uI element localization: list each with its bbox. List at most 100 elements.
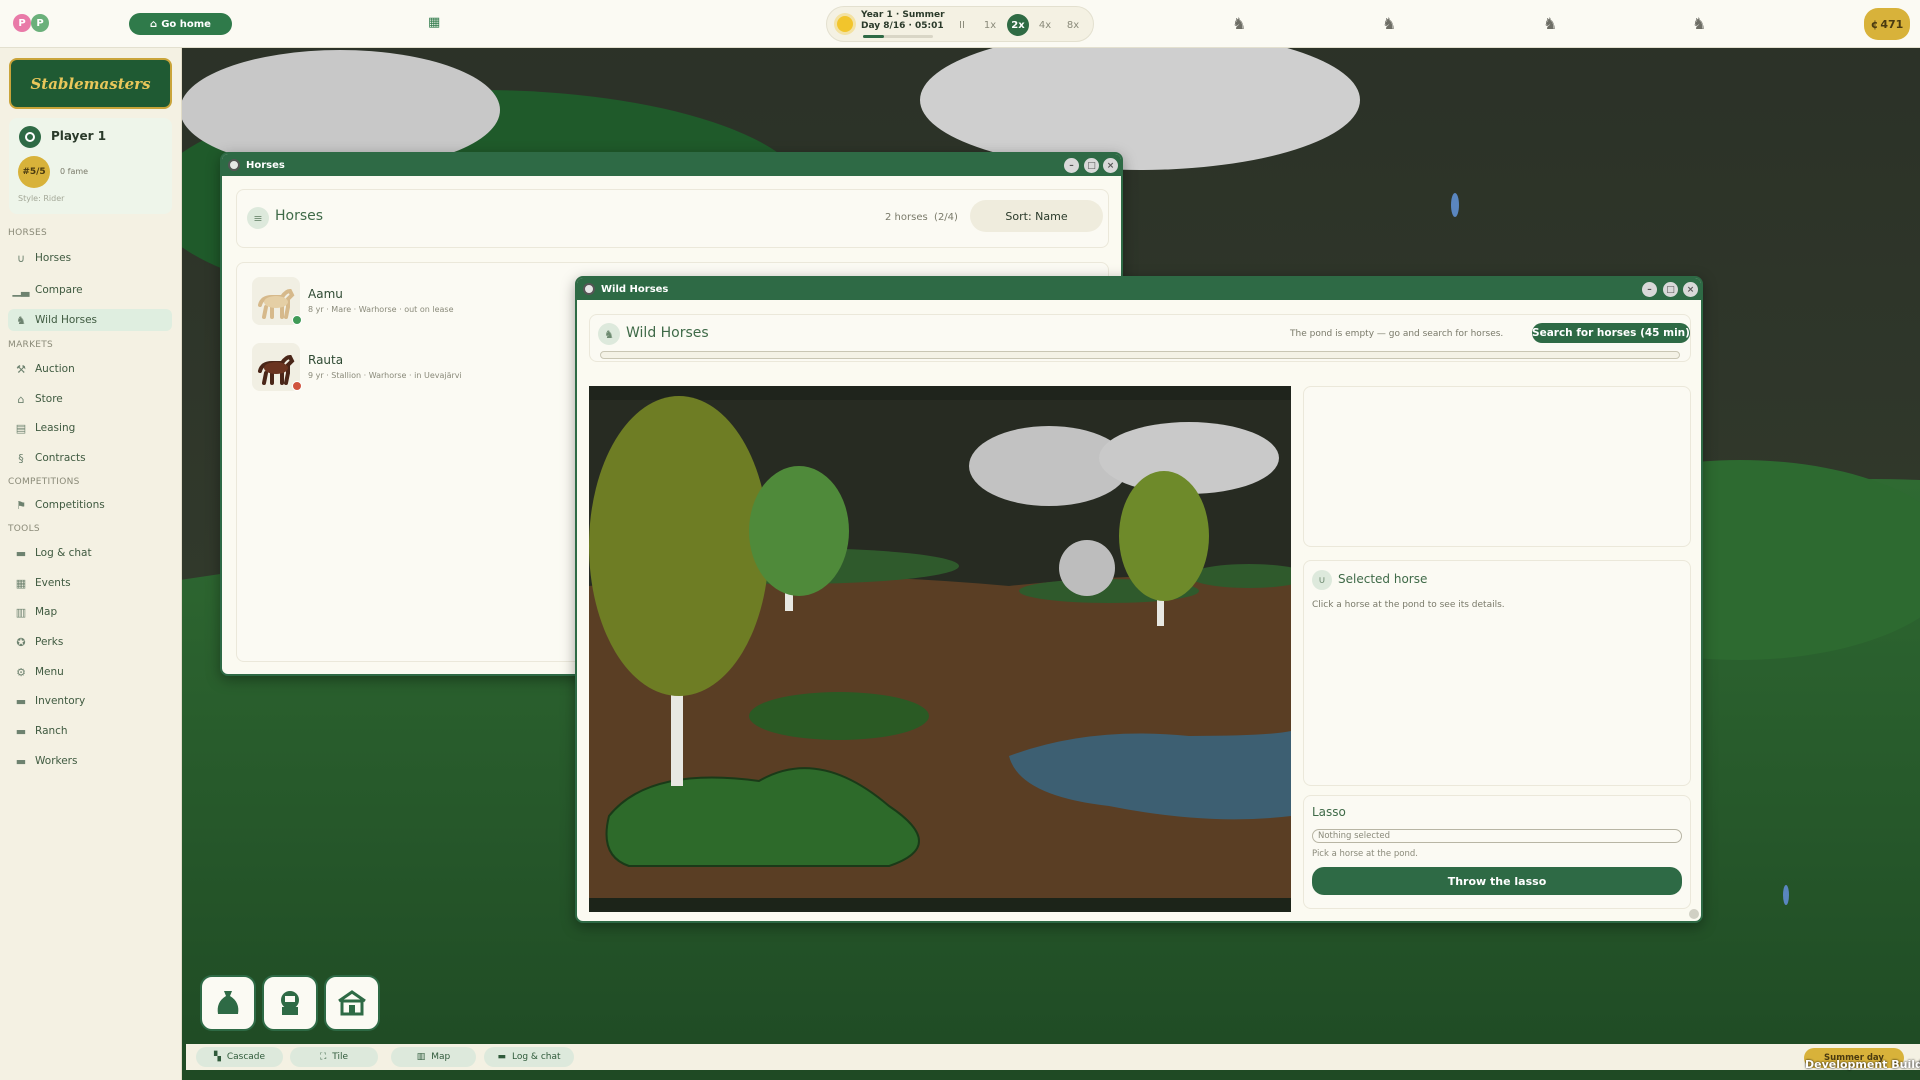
horseshoe-icon: ∪ — [16, 251, 26, 265]
perks-icon: ✪ — [16, 635, 26, 649]
horse-count: 2 horses (2/4) — [885, 212, 958, 223]
speed-pause-button[interactable]: II — [951, 14, 973, 36]
cascade-icon: ▚ — [213, 1052, 221, 1062]
sidebar-item-events[interactable]: ▦ Events — [8, 572, 172, 594]
search-horses-button[interactable]: Search for horses (45 min) — [1532, 323, 1690, 343]
development-build-label: Development Build — [1805, 1058, 1920, 1071]
ranch-icon: ▬ — [15, 724, 27, 738]
barn-icon — [338, 990, 366, 1016]
maximize-button[interactable]: □ — [1663, 282, 1678, 297]
gavel-icon: ⚒ — [16, 362, 26, 376]
sidebar-item-workers[interactable]: ▬ Workers — [8, 750, 172, 772]
rider-button[interactable] — [262, 975, 318, 1031]
map-button[interactable]: ▥ Map — [391, 1047, 476, 1067]
sidebar-item-horses[interactable]: ∪ Horses — [8, 247, 172, 269]
workers-icon: ▬ — [15, 754, 27, 768]
sidebar-item-store[interactable]: ⌂ Store — [8, 388, 172, 410]
date-line-2: Day 8/16 · 05:01 — [861, 21, 944, 31]
horses-window-titlebar[interactable]: Horses – □ × — [222, 154, 1121, 176]
coin-balance[interactable]: ¢ 471 — [1864, 8, 1910, 40]
horseshoe-icon: ∪ — [1312, 570, 1332, 590]
horse-slot-icon-2[interactable]: ♞ — [1382, 14, 1396, 33]
sidebar-item-log-chat[interactable]: ▬ Log & chat — [8, 542, 172, 564]
player-card[interactable]: Player 1 #5/5 0 fame Style: Rider — [9, 118, 172, 214]
sidebar-item-map[interactable]: ▥ Map — [8, 601, 172, 623]
list-icon: ≡ — [247, 207, 269, 229]
flag-icon: ⚑ — [16, 498, 26, 512]
chat-icon: ▬ — [497, 1052, 506, 1062]
sidebar: Stablemasters Player 1 #5/5 0 fame Style… — [0, 48, 182, 1080]
player-avatar-1[interactable]: P — [13, 14, 31, 32]
speed-1x-button[interactable]: 1x — [979, 14, 1001, 36]
gear-icon: ⚙ — [16, 665, 26, 679]
selected-horse-hint: Click a horse at the pond to see its det… — [1312, 600, 1505, 610]
selected-horse-title: Selected horse — [1338, 572, 1428, 586]
contract-icon: § — [18, 451, 24, 465]
selected-horse-panel: ∪ Selected horse Click a horse at the po… — [1303, 560, 1691, 786]
home-icon: ⌂ — [150, 18, 158, 30]
pond-empty-message: The pond is empty — go and search for ho… — [1290, 329, 1504, 339]
sidebar-item-auction[interactable]: ⚒ Auction — [8, 358, 172, 380]
bag-button[interactable] — [200, 975, 256, 1031]
sidebar-item-leasing[interactable]: ▤ Leasing — [8, 417, 172, 439]
sidebar-item-contracts[interactable]: § Contracts — [8, 447, 172, 469]
bottom-bar: ▚ Cascade ⛶ Tile ▥ Map ▬ Log & chat — [186, 1044, 1920, 1070]
sort-button[interactable]: Sort: Name — [970, 200, 1103, 232]
horse-list-item-aamu[interactable]: Aamu 8 yr · Mare · Warhorse · out on lea… — [252, 277, 572, 331]
tile-icon: ⛶ — [319, 1052, 327, 1062]
wild-header-title: Wild Horses — [626, 325, 709, 341]
map-icon: ▥ — [416, 1052, 426, 1062]
chart-icon: ▁▃ — [12, 283, 30, 297]
pond-scene[interactable] — [589, 386, 1291, 912]
horse-slot-icon-3[interactable]: ♞ — [1543, 14, 1557, 33]
close-button[interactable]: × — [1683, 282, 1698, 297]
go-home-button[interactable]: ⌂ Go home — [129, 13, 232, 35]
horse-slot-icon-4[interactable]: ♞ — [1692, 14, 1706, 33]
horse-list-item-rauta[interactable]: Rauta 9 yr · Stallion · Warhorse · in Ue… — [252, 343, 572, 397]
wild-horses-window[interactable]: Wild Horses – □ × ♞ Wild Horses The pond… — [575, 276, 1703, 923]
player-badge-icon — [19, 126, 41, 148]
close-button[interactable]: × — [1103, 158, 1118, 173]
maximize-button[interactable]: □ — [1084, 158, 1099, 173]
section-horses: HORSES — [8, 228, 48, 238]
sidebar-item-wild-horses[interactable]: ♞ Wild Horses — [8, 309, 172, 331]
throw-lasso-button[interactable]: Throw the lasso — [1312, 867, 1682, 895]
section-tools: TOOLS — [8, 524, 40, 534]
map-icon: ▥ — [15, 605, 27, 619]
lasso-title: Lasso — [1312, 805, 1346, 819]
wild-horses-window-titlebar[interactable]: Wild Horses – □ × — [577, 278, 1701, 300]
wild-header-panel: ♞ Wild Horses The pond is empty — go and… — [589, 314, 1691, 362]
speed-8x-button[interactable]: 8x — [1062, 14, 1084, 36]
wild-horse-icon: ♞ — [598, 323, 620, 345]
horse-slot-icon-1[interactable]: ♞ — [1232, 14, 1246, 33]
stable-button[interactable] — [324, 975, 380, 1031]
document-icon: ▤ — [15, 421, 27, 435]
lasso-target-field: Nothing selected — [1312, 829, 1682, 843]
top-bar: P P ⌂ Go home ▦ Year 1 · Summer Day 8/16… — [0, 0, 1920, 48]
window-icon — [583, 283, 595, 295]
sidebar-item-menu[interactable]: ⚙ Menu — [8, 661, 172, 683]
sidebar-item-inventory[interactable]: ▬ Inventory — [8, 690, 172, 712]
sidebar-item-perks[interactable]: ✪ Perks — [8, 631, 172, 653]
tile-button[interactable]: ⛶ Tile — [290, 1047, 378, 1067]
day-progress-bar — [863, 35, 933, 38]
section-competitions: COMPETITIONS — [8, 477, 80, 487]
log-chat-button[interactable]: ▬ Log & chat — [484, 1047, 574, 1067]
stable-icon[interactable]: ▦ — [428, 15, 446, 31]
resize-handle[interactable] — [1689, 909, 1699, 919]
game-logo: Stablemasters — [9, 58, 172, 109]
status-dot-red — [292, 381, 302, 391]
sidebar-item-competitions[interactable]: ⚑ Competitions — [8, 494, 172, 516]
sidebar-item-ranch[interactable]: ▬ Ranch — [8, 720, 172, 742]
speed-4x-button[interactable]: 4x — [1034, 14, 1056, 36]
cascade-button[interactable]: ▚ Cascade — [196, 1047, 283, 1067]
lasso-hint: Pick a horse at the pond. — [1312, 849, 1418, 859]
minimize-button[interactable]: – — [1064, 158, 1079, 173]
minimize-button[interactable]: – — [1642, 282, 1657, 297]
sidebar-item-compare[interactable]: ▁▃ Compare — [8, 279, 172, 301]
inventory-icon: ▬ — [15, 694, 27, 708]
store-icon: ⌂ — [17, 392, 25, 406]
speed-2x-button[interactable]: 2x — [1007, 14, 1029, 36]
player-avatar-2[interactable]: P — [31, 14, 49, 32]
game-clock: Year 1 · Summer Day 8/16 · 05:01 II 1x 2… — [826, 6, 1094, 42]
